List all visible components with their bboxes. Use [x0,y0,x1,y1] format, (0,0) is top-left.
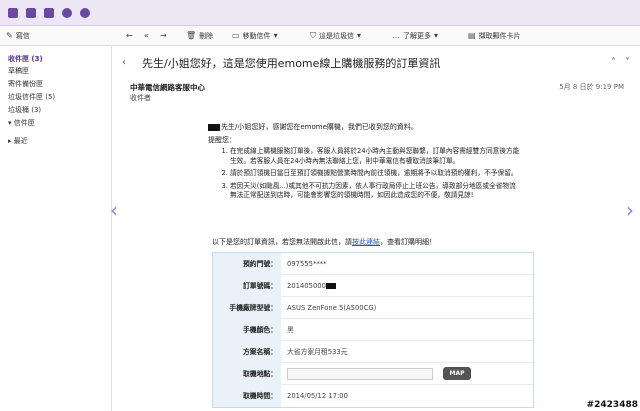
table-row: 預約門號： 097555**** [213,253,533,275]
folder-sidebar: 收件匣 (3) 草稿匣 寄件備份匣 垃圾信件匣 (5) 垃圾桶 (3) ▾ 信件… [0,46,112,411]
subject-row: ‹ 先生/小姐您好，這是您使用emome線上購機服務的訂單資訊 ˄ ˅ [112,50,640,74]
reply-all-icon: « [144,31,149,40]
email-subject: 先生/小姐您好，這是您使用emome線上購機服務的訂單資訊 [142,57,441,70]
row-value: 201405000 [287,275,337,297]
table-row: 取機時間： 2014/05/12 17:00 [213,385,533,407]
redaction-mark [208,123,220,131]
chevron-down-icon[interactable]: ˅ [625,57,630,68]
row-label: 取機時間： [213,385,281,407]
row-value: 黑 [287,326,294,334]
order-table: 預約門號： 097555**** 訂單號碼： 201405000 手機廠牌型號：… [212,252,534,408]
list-item: 請於預訂領機日當日至預訂領機據點營業時間內前往領機，逾期將予以取消預約權利，不予… [230,169,520,179]
sidebar-item-sent[interactable]: 寄件備份匣 [8,79,43,89]
recipient-label: 收件者 [130,94,151,102]
table-row: 手機顏色： 黑 [213,319,533,341]
compose-button[interactable]: ✎ 寫信 [6,30,30,42]
chevron-down-icon: ▾ [357,31,362,40]
table-row: 方案名稱： 大省方案月租533元 [213,341,533,363]
reply-all-button[interactable]: « [144,30,152,42]
contacts-icon[interactable] [26,8,36,18]
row-value: 097555**** [287,260,327,268]
table-row: 訂單號碼： 201405000 [213,275,533,297]
collapse-icon[interactable]: ‹ [122,57,126,68]
sidebar-item-trash[interactable]: 垃圾桶 (3) [8,105,41,115]
next-email-arrow-icon[interactable]: › [626,198,634,222]
compose-icon: ✎ [6,31,13,40]
row-label: 預約門號： [213,253,281,275]
row-label: 取機地點： [213,363,281,385]
spam-button[interactable]: ⛉ 這是垃圾信 ▾ [310,30,364,42]
arrow-right-icon: → [160,31,167,40]
watermark: #2423488 [586,400,638,410]
list-item: 在完成線上購機服務訂單後，客服人員將於24小時內主動與您聯繫，訂單內容需經雙方同… [230,147,520,166]
calendar-icon[interactable] [44,8,54,18]
reading-pane: ‹ 先生/小姐您好，這是您使用emome線上購機服務的訂單資訊 ˄ ˅ 中華電信… [112,46,640,411]
row-value: ASUS ZenFone 5(A500CG) [287,304,377,312]
more-button[interactable]: … 了解更多 ▾ [392,30,441,42]
folder-icon: ▭ [232,31,240,40]
mail-toolbar: ✎ 寫信 ← « → 🗑 刪除 ▭ 移動信件 ▾ ⛉ 這是垃圾信 ▾ … 了解更多 ▾ ▤ 擷取郵… [0,26,640,46]
reminder-title: 提醒您： [208,136,236,144]
trash-icon: 🗑 [186,31,197,40]
row-value: 大省方案月租533元 [287,348,348,356]
row-label: 方案名稱： [213,341,281,363]
app-top-bar [0,0,640,26]
notepad-icon[interactable] [62,8,72,18]
sidebar-item-spam[interactable]: 垃圾信件匣 (5) [8,92,55,102]
row-value: 2014/05/12 17:00 [287,392,348,400]
list-item: 若因天災(如颱風...)或其他不可抗力因素，依人事行政局停止上班公告，導致部分地… [230,182,520,201]
back-button[interactable]: ← [126,30,136,42]
row-label: 訂單號碼： [213,275,281,297]
greeting: 先生/小姐您好，感謝您在emome購機，我們已收到您的資料。 [208,122,418,132]
map-button[interactable]: MAP [443,367,471,380]
row-label: 手機顏色： [213,319,281,341]
order-link[interactable]: 按此連結 [352,238,380,246]
table-row: 取機地點： MAP [213,363,533,385]
mail-icon[interactable] [8,8,18,18]
chevron-down-icon: ▾ [273,31,278,40]
chevron-up-icon[interactable]: ˄ [611,57,616,68]
forward-button[interactable]: → [160,30,170,42]
email-date: 5月 8 日於 9:19 PM [559,83,624,91]
shield-icon: ⛉ [310,31,316,40]
table-row: 手機廠牌型號： ASUS ZenFone 5(A500CG) [213,297,533,319]
arrow-left-icon: ← [126,31,133,40]
contact-card-icon: ▤ [468,31,476,40]
move-button[interactable]: ▭ 移動信件 ▾ [232,30,281,42]
more-icon: … [392,31,400,40]
pickup-location-box [287,368,433,380]
sidebar-item-folders[interactable]: ▾ 信件匣 [8,118,35,128]
row-label: 手機廠牌型號： [213,297,281,319]
sidebar-item-inbox[interactable]: 收件匣 (3) [8,54,43,64]
sidebar-item-drafts[interactable]: 草稿匣 [8,66,29,76]
order-intro: 以下是您的訂單資訊，若您無法開啟此信，請按此連結，查看訂購明細！ [212,238,436,246]
previous-email-arrow-icon[interactable]: ‹ [110,198,118,222]
terms-list: 在完成線上購機服務訂單後，客服人員將於24小時內主動與您聯繫，訂單內容需經雙方同… [220,147,520,204]
delete-button[interactable]: 🗑 刪除 [186,30,213,42]
messenger-icon[interactable] [80,8,90,18]
sender-name[interactable]: 中華電信網路客服中心 [130,82,205,93]
redaction-mark [325,283,336,289]
chevron-down-icon: ▾ [434,31,439,40]
add-contact-button[interactable]: ▤ 擷取郵件卡片 [468,30,521,42]
sidebar-item-recent[interactable]: ▸ 最近 [8,136,28,146]
